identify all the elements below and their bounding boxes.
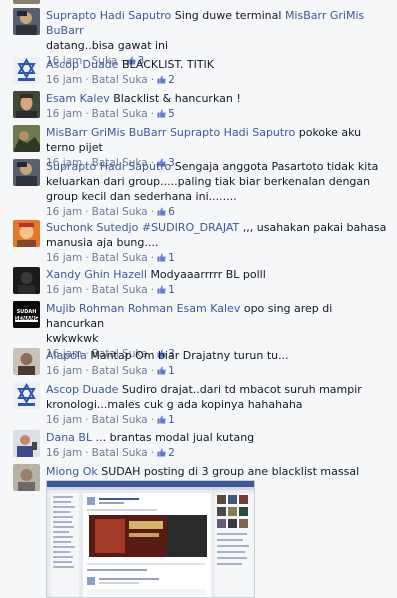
thumbs-up-icon bbox=[157, 207, 166, 216]
like-count[interactable]: 1 bbox=[168, 365, 175, 377]
thumbs-up-icon bbox=[157, 109, 166, 118]
mention-link[interactable]: Suprapto Hadi Saputro bbox=[170, 126, 295, 139]
comment-author-link[interactable]: Alapola bbox=[46, 349, 87, 362]
attached-screenshot-image[interactable] bbox=[46, 480, 255, 598]
avatar[interactable] bbox=[13, 125, 40, 152]
avatar[interactable] bbox=[13, 91, 40, 118]
avatar[interactable] bbox=[13, 464, 40, 491]
avatar[interactable] bbox=[13, 348, 40, 375]
thumbs-up-icon bbox=[157, 366, 166, 375]
avatar[interactable]: ... SUDAH SENANG bbox=[13, 301, 40, 328]
like-count[interactable]: 1 bbox=[168, 284, 175, 296]
mention-link[interactable]: Esam Kalev bbox=[177, 302, 241, 315]
comment-text: BLACKLIST. TITIK bbox=[121, 58, 215, 71]
comment-timestamp[interactable]: 16 jam bbox=[46, 108, 82, 120]
thumbs-up-icon bbox=[157, 415, 166, 424]
avatar[interactable] bbox=[13, 8, 40, 35]
screenshot-thumbnail-icon bbox=[47, 481, 254, 597]
comment-text: SUDAH posting di 3 group ane blacklist m… bbox=[101, 465, 360, 478]
comment-text: Blacklist & hancurkan ! bbox=[113, 92, 241, 105]
avatar-photo-icon bbox=[13, 267, 40, 294]
comment-text: Mantap Om biar Drajatny turun tu... bbox=[90, 349, 289, 362]
avatar-sign-text: SUDAH bbox=[16, 309, 37, 315]
comment-text-continued: kwkwkwk bbox=[46, 332, 99, 345]
like-count[interactable]: 1 bbox=[168, 414, 175, 426]
comment-author-link[interactable]: Ascop Duade bbox=[46, 58, 118, 71]
unlike-button[interactable]: Batal Suka bbox=[92, 74, 148, 86]
star-of-david-logo-icon bbox=[13, 382, 40, 409]
comment-timestamp[interactable]: 16 jam bbox=[46, 252, 82, 264]
comment-timestamp[interactable]: 16 jam bbox=[46, 447, 82, 459]
avatar[interactable] bbox=[13, 267, 40, 294]
comment-author-link[interactable]: Suprapto Hadi Saputro bbox=[46, 160, 171, 173]
like-count[interactable]: 2 bbox=[168, 447, 175, 459]
comment-author-link[interactable]: Mujib Rohman Rohman bbox=[46, 302, 173, 315]
avatar-photo-icon bbox=[13, 159, 40, 186]
comment-text-continued: datang..bisa gawat ini bbox=[46, 39, 169, 52]
unlike-button[interactable]: Batal Suka bbox=[92, 108, 148, 120]
unlike-button[interactable]: Batal Suka bbox=[92, 414, 148, 426]
comment-text: Modyaaarrrrr BL polll bbox=[150, 268, 266, 281]
avatar-sign-text: SENANG bbox=[15, 316, 39, 322]
comment-timestamp[interactable]: 16 jam bbox=[46, 206, 82, 218]
comment-timestamp[interactable]: 16 jam bbox=[46, 284, 82, 296]
avatar[interactable] bbox=[13, 430, 40, 457]
unlike-button[interactable]: Batal Suka bbox=[92, 252, 148, 264]
avatar-photo-icon bbox=[13, 464, 40, 491]
unlike-button[interactable]: Batal Suka bbox=[92, 284, 148, 296]
comment-author-link[interactable]: Miong Ok bbox=[46, 465, 98, 478]
like-count[interactable]: 1 bbox=[168, 252, 175, 264]
comment-author-link[interactable]: Suprapto Hadi Saputro bbox=[46, 9, 171, 22]
comment-text: ... brantas modal jual kutang bbox=[95, 431, 255, 444]
thumbs-up-icon bbox=[157, 448, 166, 457]
avatar-photo-icon bbox=[13, 348, 40, 375]
comment-author-link[interactable]: Suchonk Sutedjo bbox=[46, 221, 138, 234]
thumbs-up-icon bbox=[157, 75, 166, 84]
comment-timestamp[interactable]: 16 jam bbox=[46, 414, 82, 426]
avatar[interactable] bbox=[13, 159, 40, 186]
hashtag-link[interactable]: #SUDIRO_DRAJAT bbox=[142, 221, 239, 234]
avatar[interactable] bbox=[13, 382, 40, 409]
comment-author-link[interactable]: Ascop Duade bbox=[46, 383, 118, 396]
like-count[interactable]: 2 bbox=[168, 74, 175, 86]
comment-author-link[interactable]: Xandy Ghin Hazell bbox=[46, 268, 147, 281]
comment-author-link[interactable]: MisBarr GriMis BuBarr bbox=[46, 126, 166, 139]
comment-text: Sing duwe terminal bbox=[174, 9, 282, 22]
unlike-button[interactable]: Batal Suka bbox=[92, 365, 148, 377]
avatar-photo-icon bbox=[13, 125, 40, 152]
thumbs-up-icon bbox=[157, 285, 166, 294]
star-of-david-logo-icon bbox=[13, 57, 40, 84]
like-count[interactable]: 6 bbox=[168, 206, 175, 218]
avatar[interactable] bbox=[13, 57, 40, 84]
avatar[interactable] bbox=[13, 220, 40, 247]
comment-author-link[interactable]: Esam Kalev bbox=[46, 92, 110, 105]
comment-timestamp[interactable]: 16 jam bbox=[46, 365, 82, 377]
thumbs-up-icon bbox=[157, 253, 166, 262]
avatar-photo-icon bbox=[13, 220, 40, 247]
unlike-button[interactable]: Batal Suka bbox=[92, 447, 148, 459]
avatar-photo-icon bbox=[13, 91, 40, 118]
unlike-button[interactable]: Batal Suka bbox=[92, 206, 148, 218]
comment-author-link[interactable]: Dana BL bbox=[46, 431, 92, 444]
comment-timestamp[interactable]: 16 jam bbox=[46, 74, 82, 86]
avatar-photo-icon bbox=[13, 430, 40, 457]
previous-comment-avatar-edge bbox=[0, 0, 397, 6]
like-count[interactable]: 5 bbox=[168, 108, 175, 120]
avatar-photo-icon bbox=[13, 8, 40, 35]
